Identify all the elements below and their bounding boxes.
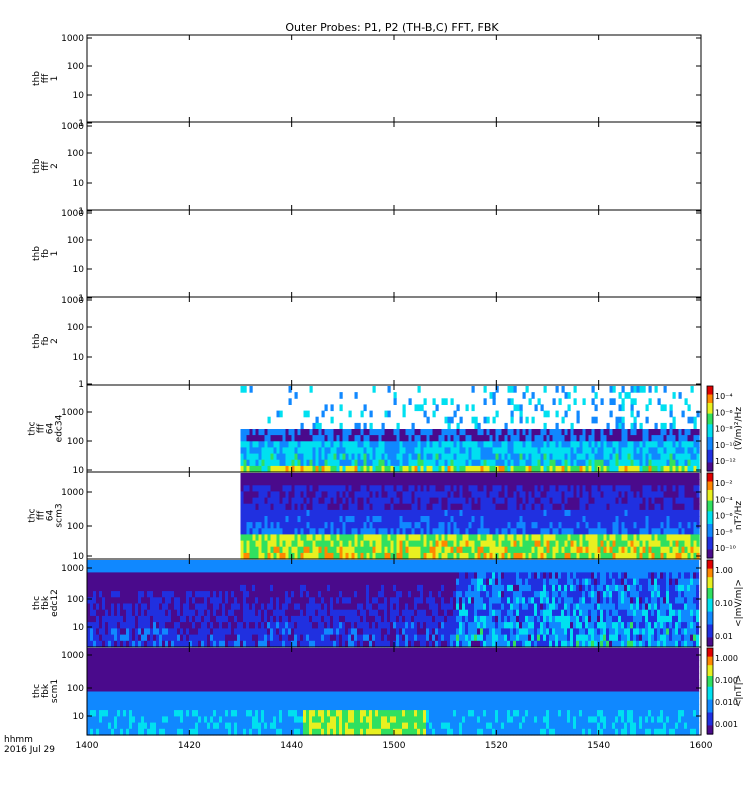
spectrogram-fills — [87, 386, 700, 736]
spectrogram-panel-8-fill — [87, 648, 700, 736]
x-axis-tick-label: 1400 — [76, 741, 99, 751]
time-unit-label: hhmm — [4, 735, 33, 745]
panel-3-ytick-label: 1000 — [61, 209, 84, 219]
x-axis-tick-label: 1520 — [485, 741, 508, 751]
panel-1-label: thbfff1 — [32, 71, 60, 86]
colorbar-5-tick-label: 10⁻⁶ — [715, 408, 733, 417]
colorbar-7-label: <|mV/m|> — [734, 579, 744, 627]
colorbar-6-label: nT²/Hz — [734, 501, 744, 531]
colorbar-7-tick-label: 1.00 — [715, 566, 733, 575]
spectrogram-figure: 1000100101thbfff11000100101thbfff2100010… — [28, 34, 745, 751]
colorbars: 10⁻⁴ 10⁻⁶ 10⁻⁸ 10⁻¹⁰ 10⁻¹² (V/m)²/Hz 10⁻² 10⁻⁴ 1… — [706, 385, 744, 735]
panel-7-label: thcfbkedc12 — [32, 589, 60, 617]
x-axis-tick-label: 1440 — [280, 741, 303, 751]
panel-2-ytick-label: 1000 — [61, 122, 84, 132]
date-label: 2016 Jul 29 — [4, 745, 55, 755]
panel-4-ytick-label: 100 — [67, 323, 84, 333]
panel-2-frame — [86, 121, 702, 211]
panel-5-label: thcfff64edc34 — [28, 414, 65, 442]
panel-4-ytick-label: 1 — [78, 380, 84, 390]
panel-2-ytick-label: 100 — [67, 149, 84, 159]
panel-1-frame — [86, 34, 702, 123]
colorbar-7-tick-label: 0.01 — [715, 632, 733, 641]
colorbar-5-tick-label: 10⁻¹² — [715, 457, 736, 466]
x-axis-tick-label: 1600 — [690, 741, 713, 751]
panel-6-ytick-label: 10 — [73, 552, 85, 562]
spectrogram-panel-5-fill — [240, 386, 700, 473]
colorbar-6-tick-label: 10⁻⁴ — [715, 495, 733, 504]
panel-4-ytick-label: 1000 — [61, 296, 84, 306]
panel-4-ytick-label: 10 — [73, 353, 85, 363]
panel-3-frame — [86, 209, 702, 298]
panel-5-ytick-label: 100 — [67, 437, 84, 447]
colorbar-8-tick-label: 1.000 — [715, 654, 738, 663]
colorbar-6-tick-label: 10⁻¹⁰ — [715, 544, 736, 553]
panel-8-ytick-label: 1000 — [61, 651, 84, 661]
panel-8-label: thcfbkscm1 — [32, 679, 60, 703]
colorbar-8-tick-label: 0.001 — [715, 720, 738, 729]
x-axis-tick-label: 1540 — [587, 741, 610, 751]
colorbar-5-tick-label: 10⁻¹⁰ — [715, 441, 736, 450]
colorbar-6-tick-label: 10⁻⁶ — [715, 512, 733, 521]
panel-2-ytick-label: 10 — [73, 179, 85, 189]
panel-8-ytick-label: 100 — [67, 684, 84, 694]
panel-6-ytick-label: 100 — [67, 522, 84, 532]
panel-3-ytick-label: 10 — [73, 265, 85, 275]
panel-7-ytick-label: 10 — [73, 623, 85, 633]
panel-3-ytick-label: 100 — [67, 236, 84, 246]
panel-4-label: thbfb2 — [32, 333, 60, 348]
spectrogram-panel-7-fill — [87, 560, 700, 648]
x-axis-tick-label: 1420 — [178, 741, 201, 751]
colorbar-5-tick-label: 10⁻⁸ — [715, 425, 733, 434]
panel-8-ytick-label: 10 — [73, 712, 85, 722]
panel-1-ytick-label: 100 — [67, 62, 84, 72]
panel-6-label: thcfff64scm3 — [28, 503, 65, 527]
panel-7-ytick-label: 1000 — [61, 564, 84, 574]
spectrogram-panel-6-fill — [240, 473, 700, 560]
colorbar-5-tick-label: 10⁻⁴ — [715, 392, 733, 401]
colorbar-6-tick-label: 10⁻² — [715, 479, 733, 488]
panel-5-ytick-label: 10 — [73, 466, 85, 476]
colorbar-6-tick-label: 10⁻⁸ — [715, 528, 733, 537]
panel-7-ytick-label: 100 — [67, 595, 84, 605]
colorbar-7-tick-label: 0.10 — [715, 599, 733, 608]
colorbar-5-label: (V/m)²/Hz — [734, 407, 744, 450]
x-axis-tick-label: 1500 — [383, 741, 406, 751]
panel-4-frame — [86, 296, 702, 386]
panel-2-label: thbfff2 — [32, 158, 60, 173]
panel-3-label: thbfb1 — [32, 246, 60, 261]
panel-1-ytick-label: 10 — [73, 91, 85, 101]
panel-5-ytick-label: 1000 — [61, 408, 84, 418]
panel-6-ytick-label: 1000 — [61, 488, 84, 498]
panel-1-ytick-label: 1000 — [61, 34, 84, 44]
colorbar-8-label: <|nT|> — [734, 675, 744, 707]
